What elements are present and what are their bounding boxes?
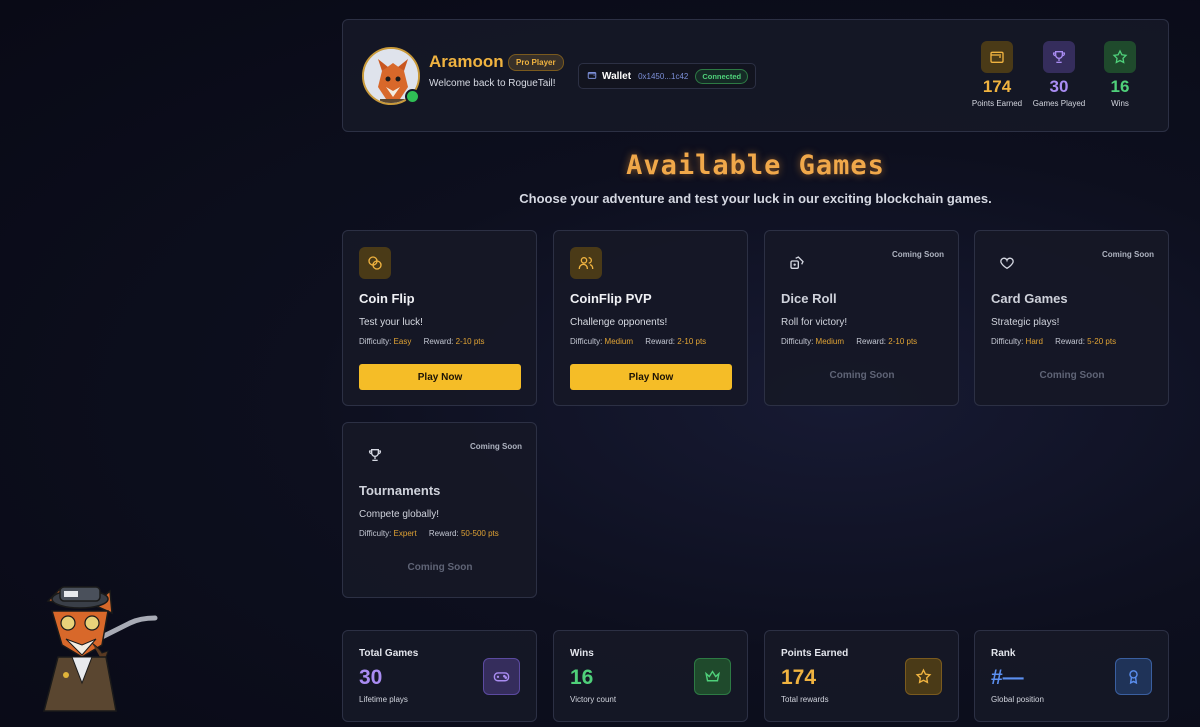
difficulty-value: Expert — [393, 529, 417, 538]
stat-value: #— — [991, 666, 1024, 689]
game-name: CoinFlip PVP — [570, 291, 652, 306]
star-icon — [1104, 41, 1136, 73]
stat-label: Points Earned — [781, 648, 849, 659]
pro-player-badge: Pro Player — [508, 54, 564, 71]
reward-value: 2-10 pts — [455, 337, 485, 346]
stat-subtext: Victory count — [570, 695, 617, 704]
difficulty-label: Difficulty: — [781, 337, 814, 346]
difficulty-value: Hard — [1025, 337, 1043, 346]
difficulty-label: Difficulty: — [359, 337, 392, 346]
game-card-coin-flip[interactable]: Coin Flip Test your luck! Difficulty: Ea… — [342, 230, 537, 406]
play-now-button[interactable]: Play Now — [570, 364, 732, 390]
game-card-coinflip-pvp[interactable]: CoinFlip PVP Challenge opponents! Diffic… — [553, 230, 748, 406]
heart-icon — [991, 247, 1023, 279]
stat-label: Rank — [991, 648, 1016, 659]
fox-mascot — [30, 583, 160, 713]
wallet-address[interactable]: 0x1450...1c42 — [638, 72, 688, 81]
wallet-icon — [587, 67, 597, 85]
welcome-message: Welcome back to RogueTail! — [429, 78, 556, 89]
game-description: Test your luck! — [359, 317, 423, 328]
header-stat-games: 30 Games Played — [1024, 41, 1094, 108]
reward-value: 2-10 pts — [888, 337, 918, 346]
game-name: Coin Flip — [359, 291, 415, 306]
header-stat-label: Points Earned — [971, 99, 1023, 108]
stat-subtext: Total rewards — [781, 695, 829, 704]
stat-value: 16 — [570, 666, 594, 689]
page-subtitle: Choose your adventure and test your luck… — [519, 191, 992, 206]
wallet-connected-badge: Connected — [695, 68, 749, 84]
stat-card-wins: Wins 16 Victory count — [553, 630, 748, 722]
gamepad-icon — [483, 658, 520, 695]
reward-label: Reward: — [1055, 337, 1085, 346]
game-meta: Difficulty: Hard Reward: 5-20 pts — [991, 337, 1116, 346]
coming-soon-tag: Coming Soon — [892, 250, 944, 259]
award-icon — [1115, 658, 1152, 695]
header-stat-value: 174 — [982, 77, 1012, 96]
reward-value: 5-20 pts — [1087, 337, 1117, 346]
wallet-panel[interactable]: Wallet 0x1450...1c42 Connected — [578, 63, 756, 89]
game-name: Dice Roll — [781, 291, 837, 306]
stat-card-points-earned: Points Earned 174 Total rewards — [764, 630, 959, 722]
star-icon — [905, 658, 942, 695]
crown-icon — [694, 658, 731, 695]
game-description: Compete globally! — [359, 509, 440, 520]
player-username: Aramoon — [429, 52, 504, 71]
stat-value: 30 — [359, 666, 383, 689]
difficulty-value: Medium — [815, 337, 844, 346]
stat-label: Wins — [570, 648, 594, 659]
game-meta: Difficulty: Medium Reward: 2-10 pts — [570, 337, 706, 346]
dice-icon — [781, 247, 813, 279]
difficulty-label: Difficulty: — [570, 337, 603, 346]
header-stat-label: Games Played — [1032, 99, 1086, 108]
game-name: Tournaments — [359, 483, 441, 498]
coins-icon — [359, 247, 391, 279]
game-description: Roll for victory! — [781, 317, 848, 328]
header-stat-value: 16 — [1110, 77, 1130, 96]
coming-soon-button: Coming Soon — [407, 562, 473, 573]
wallet-icon — [981, 41, 1013, 73]
game-name: Card Games — [991, 291, 1068, 306]
game-description: Challenge opponents! — [570, 317, 668, 328]
game-card-dice-roll: Coming Soon Dice Roll Roll for victory! … — [764, 230, 959, 406]
users-icon — [570, 247, 602, 279]
reward-label: Reward: — [428, 529, 459, 538]
reward-label: Reward: — [645, 337, 676, 346]
header-stat-label: Wins — [1111, 99, 1129, 108]
reward-value: 2-10 pts — [677, 337, 707, 346]
stat-card-rank: Rank #— Global position — [974, 630, 1169, 722]
trophy-icon — [1043, 41, 1075, 73]
stat-subtext: Global position — [991, 695, 1044, 704]
stat-label: Total Games — [359, 648, 419, 659]
trophy-icon — [359, 439, 391, 471]
game-card-tournaments: Coming Soon Tournaments Compete globally… — [342, 422, 537, 598]
game-meta: Difficulty: Expert Reward: 50-500 pts — [359, 529, 499, 538]
reward-value: 50-500 pts — [460, 529, 499, 538]
stat-value: 174 — [781, 666, 817, 689]
difficulty-value: Easy — [393, 337, 412, 346]
reward-label: Reward: — [856, 337, 887, 346]
header-stat-value: 30 — [1049, 77, 1069, 96]
coming-soon-tag: Coming Soon — [470, 442, 522, 451]
header-stat-wins: 16 Wins — [1085, 41, 1155, 108]
play-now-button[interactable]: Play Now — [359, 364, 521, 390]
online-status-dot — [405, 89, 420, 104]
difficulty-label: Difficulty: — [991, 337, 1024, 346]
coming-soon-button: Coming Soon — [829, 370, 895, 381]
difficulty-value: Medium — [604, 337, 633, 346]
reward-label: Reward: — [423, 337, 454, 346]
coming-soon-button: Coming Soon — [1039, 370, 1105, 381]
wallet-label: Wallet — [602, 70, 632, 82]
difficulty-label: Difficulty: — [359, 529, 392, 538]
game-meta: Difficulty: Medium Reward: 2-10 pts — [781, 337, 917, 346]
header-stat-points: 174 Points Earned — [962, 41, 1032, 108]
stat-subtext: Lifetime plays — [359, 695, 408, 704]
coming-soon-tag: Coming Soon — [1102, 250, 1154, 259]
game-card-card-games: Coming Soon Card Games Strategic plays! … — [974, 230, 1169, 406]
game-description: Strategic plays! — [991, 317, 1060, 328]
game-meta: Difficulty: Easy Reward: 2-10 pts — [359, 337, 485, 346]
player-header: Aramoon Pro Player Welcome back to Rogue… — [342, 19, 1169, 132]
stat-card-total-games: Total Games 30 Lifetime plays — [342, 630, 537, 722]
page-title: Available Games — [626, 150, 885, 181]
